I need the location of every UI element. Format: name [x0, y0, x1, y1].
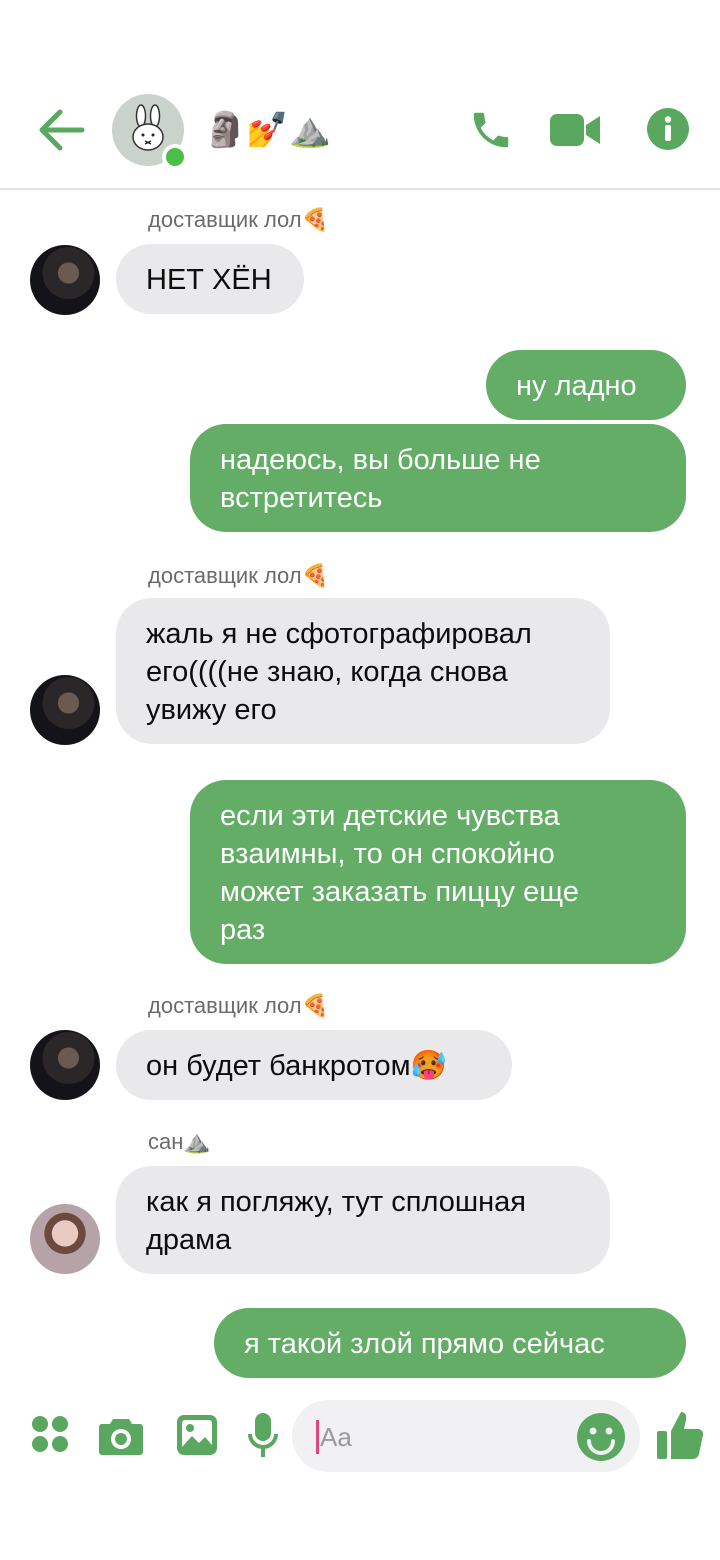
message-bubble-outgoing[interactable]: если эти детские чувства взаимны, то он …	[190, 780, 686, 964]
sender-avatar[interactable]	[30, 1030, 100, 1100]
video-call-button[interactable]	[548, 110, 602, 150]
apps-button[interactable]	[30, 1414, 70, 1454]
voice-button[interactable]	[248, 1412, 278, 1458]
chat-title[interactable]: 🗿💅⛰️	[204, 108, 331, 152]
sender-name: доставщик лол🍕	[148, 207, 330, 232]
call-button[interactable]	[468, 106, 514, 154]
phone-icon	[473, 112, 509, 148]
message-bubble-incoming[interactable]: НЕТ ХЁН	[116, 244, 304, 314]
message-input[interactable]: Aa	[292, 1400, 640, 1472]
online-status-dot	[162, 144, 188, 170]
message-bubble-outgoing[interactable]: я такой злой прямо сейчас	[214, 1308, 686, 1378]
info-button[interactable]	[646, 107, 690, 151]
gallery-button[interactable]	[176, 1414, 218, 1456]
message-bubble-incoming[interactable]: как я погляжу, тут сплошная драма	[116, 1166, 610, 1274]
text-caret	[316, 1420, 319, 1454]
arrow-left-icon	[39, 109, 85, 151]
back-button[interactable]	[38, 108, 86, 152]
info-icon	[647, 108, 689, 150]
video-camera-icon	[550, 114, 600, 146]
sender-name: доставщик лол🍕	[148, 993, 330, 1018]
smiley-icon	[577, 1413, 625, 1461]
chat-header: 🗿💅⛰️	[0, 70, 720, 190]
chat-avatar[interactable]	[112, 94, 188, 170]
message-composer: Aa	[0, 1398, 720, 1480]
microphone-icon	[248, 1413, 278, 1457]
message-bubble-outgoing[interactable]: ну ладно	[486, 350, 686, 420]
sender-avatar[interactable]	[30, 1204, 100, 1274]
message-bubble-incoming[interactable]: жаль я не сфотографировал его((((не знаю…	[116, 598, 610, 744]
camera-button[interactable]	[98, 1416, 144, 1456]
emoji-button[interactable]	[576, 1412, 626, 1462]
thumbs-up-icon	[657, 1412, 704, 1460]
image-icon	[177, 1415, 217, 1455]
message-input-placeholder: Aa	[320, 1422, 352, 1452]
grid-dots-icon	[32, 1416, 68, 1452]
sender-name: сан⛰️	[148, 1129, 211, 1154]
camera-icon	[99, 1419, 143, 1455]
message-bubble-outgoing[interactable]: надеюсь, вы больше не встретитесь	[190, 424, 686, 532]
message-bubble-incoming[interactable]: он будет банкротом🥵	[116, 1030, 512, 1100]
like-button[interactable]	[656, 1410, 704, 1460]
sender-avatar[interactable]	[30, 245, 100, 315]
sender-name: доставщик лол🍕	[148, 563, 330, 588]
sender-avatar[interactable]	[30, 675, 100, 745]
